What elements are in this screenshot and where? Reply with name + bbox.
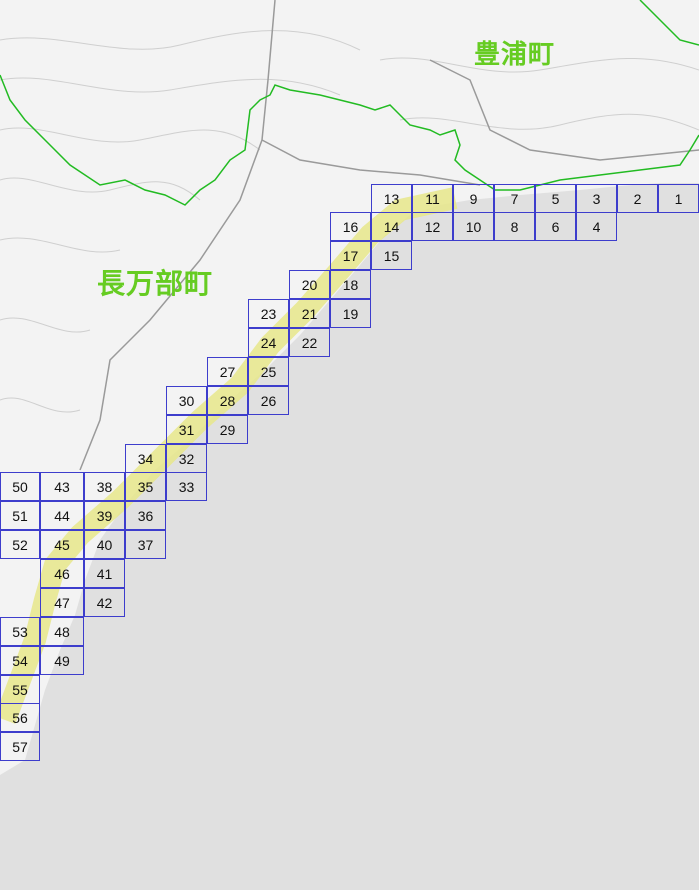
tile-47[interactable]: 47 xyxy=(40,588,84,617)
tile-41[interactable]: 41 xyxy=(84,559,125,588)
tile-34[interactable]: 34 xyxy=(125,444,166,473)
tile-57[interactable]: 57 xyxy=(0,732,40,761)
tile-51[interactable]: 51 xyxy=(0,501,40,530)
tile-28[interactable]: 28 xyxy=(207,386,248,415)
basemap xyxy=(0,0,699,775)
tile-54[interactable]: 54 xyxy=(0,646,40,675)
tile-10[interactable]: 10 xyxy=(453,212,494,241)
tile-27[interactable]: 27 xyxy=(207,357,248,386)
tile-37[interactable]: 37 xyxy=(125,530,166,559)
tile-1[interactable]: 1 xyxy=(658,184,699,213)
tile-29[interactable]: 29 xyxy=(207,415,248,444)
town-label-toyoura: 豊浦町 xyxy=(474,40,556,70)
tile-12[interactable]: 12 xyxy=(412,212,453,241)
tile-39[interactable]: 39 xyxy=(84,501,125,530)
tile-25[interactable]: 25 xyxy=(248,357,289,386)
tile-6[interactable]: 6 xyxy=(535,212,576,241)
tile-38[interactable]: 38 xyxy=(84,472,125,501)
tile-3[interactable]: 3 xyxy=(576,184,617,213)
tile-40[interactable]: 40 xyxy=(84,530,125,559)
tile-32[interactable]: 32 xyxy=(166,444,207,473)
tile-31[interactable]: 31 xyxy=(166,415,207,444)
tile-42[interactable]: 42 xyxy=(84,588,125,617)
tile-24[interactable]: 24 xyxy=(248,328,289,357)
tile-49[interactable]: 49 xyxy=(40,646,84,675)
tile-33[interactable]: 33 xyxy=(166,472,207,501)
tile-2[interactable]: 2 xyxy=(617,184,658,213)
tile-55[interactable]: 55 xyxy=(0,675,40,704)
tile-18[interactable]: 18 xyxy=(330,270,371,299)
tile-7[interactable]: 7 xyxy=(494,184,535,213)
tile-26[interactable]: 26 xyxy=(248,386,289,415)
tile-52[interactable]: 52 xyxy=(0,530,40,559)
tile-53[interactable]: 53 xyxy=(0,617,40,646)
tile-9[interactable]: 9 xyxy=(453,184,494,213)
tile-14[interactable]: 14 xyxy=(371,212,412,241)
tile-15[interactable]: 15 xyxy=(371,241,412,270)
tile-44[interactable]: 44 xyxy=(40,501,84,530)
tile-50[interactable]: 50 xyxy=(0,472,40,501)
tile-5[interactable]: 5 xyxy=(535,184,576,213)
tile-21[interactable]: 21 xyxy=(289,299,330,328)
tile-13[interactable]: 13 xyxy=(371,184,412,213)
tile-4[interactable]: 4 xyxy=(576,212,617,241)
tile-11[interactable]: 11 xyxy=(412,184,453,213)
tile-56[interactable]: 56 xyxy=(0,703,40,732)
tile-22[interactable]: 22 xyxy=(289,328,330,357)
tile-8[interactable]: 8 xyxy=(494,212,535,241)
tile-17[interactable]: 17 xyxy=(330,241,371,270)
map-view[interactable]: 豊浦町 長万部町 1 2 3 4 5 6 7 8 9 10 11 12 13 14 15 16 17 18 19 20… xyxy=(0,0,699,890)
tile-20[interactable]: 20 xyxy=(289,270,330,299)
tile-48[interactable]: 48 xyxy=(40,617,84,646)
tile-30[interactable]: 30 xyxy=(166,386,207,415)
tile-23[interactable]: 23 xyxy=(248,299,289,328)
tile-16[interactable]: 16 xyxy=(330,212,371,241)
tile-43[interactable]: 43 xyxy=(40,472,84,501)
town-label-oshamambe: 長万部町 xyxy=(97,267,214,300)
tile-45[interactable]: 45 xyxy=(40,530,84,559)
tile-36[interactable]: 36 xyxy=(125,501,166,530)
tile-35[interactable]: 35 xyxy=(125,472,166,501)
tile-46[interactable]: 46 xyxy=(40,559,84,588)
tile-19[interactable]: 19 xyxy=(330,299,371,328)
